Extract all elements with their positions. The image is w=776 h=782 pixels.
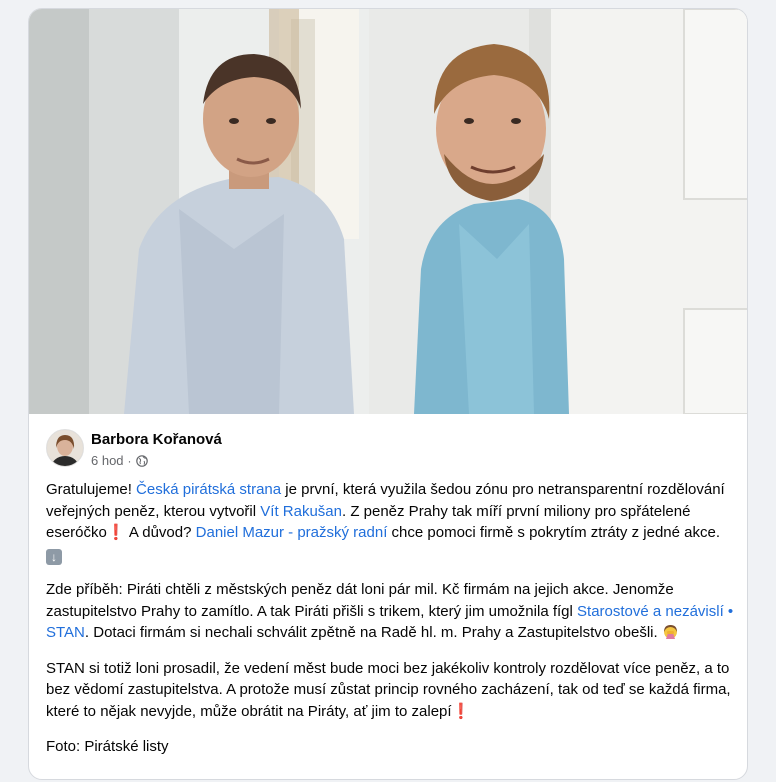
- text-span: . Dotaci firmám si nechali schválit zpět…: [84, 624, 662, 641]
- red-exclamation-icon: ❗: [106, 524, 126, 541]
- post-paragraph-3: STAN si totiž loni prosadil, že vedení m…: [46, 658, 736, 723]
- text-span: chce pomoci firmě s pokrytím ztráty z je…: [387, 524, 720, 541]
- post-paragraph-2: Zde příběh: Piráti chtěli z městských pe…: [46, 579, 736, 644]
- mention-ceska-piratska-strana[interactable]: Česká pirátská strana: [136, 481, 281, 498]
- woman-facepalming-icon: [663, 625, 677, 639]
- post-time[interactable]: 6 hod: [91, 453, 124, 468]
- post-meta: 6 hod ·: [91, 453, 148, 468]
- avatar-image: [47, 430, 83, 466]
- post-header: Barbora Kořanová 6 hod ·: [29, 422, 747, 472]
- post-card: Barbora Kořanová 6 hod · Gratulujeme! Če…: [28, 8, 748, 780]
- meta-separator: ·: [127, 453, 132, 468]
- author-name[interactable]: Barbora Kořanová: [91, 431, 222, 448]
- mention-daniel-mazur[interactable]: Daniel Mazur - pražský radní: [196, 524, 388, 541]
- author-avatar[interactable]: [46, 429, 84, 467]
- text-span: A důvod?: [125, 524, 196, 541]
- post-paragraph-1: Gratulujeme! Česká pirátská strana je pr…: [46, 479, 736, 565]
- photo-caption: Foto: Pirátské listy: [46, 738, 169, 755]
- text-span: Gratulujeme!: [46, 481, 137, 498]
- red-exclamation-icon: ❗: [451, 702, 471, 720]
- post-text: Gratulujeme! Česká pirátská strana je pr…: [46, 479, 736, 772]
- down-arrow-icon: ↓: [46, 548, 62, 565]
- globe-icon[interactable]: [135, 454, 148, 467]
- mention-vit-rakusan[interactable]: Vít Rakušan: [260, 503, 342, 520]
- text-span: STAN si totiž loni prosadil, že vedení m…: [46, 659, 731, 720]
- post-photo-illustration: [29, 9, 747, 414]
- post-photo[interactable]: [29, 9, 747, 414]
